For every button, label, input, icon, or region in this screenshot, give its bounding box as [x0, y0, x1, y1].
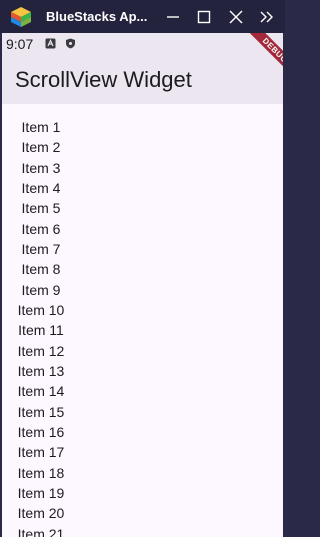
list-item: Item 6: [21, 220, 61, 237]
list-item: Item 16: [17, 423, 65, 440]
list-item: Item 5: [21, 200, 61, 217]
list-item: Item 13: [17, 362, 65, 379]
debug-banner-label: DEBUG: [246, 33, 283, 80]
list-item: Item 7: [21, 240, 61, 257]
maximize-icon[interactable]: [196, 9, 212, 25]
list-item: Item 15: [17, 403, 65, 420]
shield-icon: [66, 38, 75, 49]
bluestacks-logo-icon: [11, 7, 31, 27]
scroll-view-list[interactable]: Item 1 Item 2 Item 3 Item 4 Item 5 Item 6 Item…: [2, 117, 283, 537]
list-item: Item 2: [21, 139, 61, 156]
status-time: 9:07: [6, 36, 34, 52]
list-item: Item 1: [21, 119, 61, 135]
close-icon[interactable]: [228, 9, 244, 25]
list-item: Item 18: [17, 464, 65, 481]
list-item: Item 11: [18, 322, 64, 339]
list-item: Item 20: [17, 505, 65, 522]
window-titlebar: BlueStacks Ap...: [0, 0, 285, 33]
list-item: Item 10: [17, 301, 65, 318]
list-item: Item 9: [21, 281, 61, 298]
list-item: Item 3: [21, 159, 61, 176]
page-title: ScrollView Widget: [15, 67, 192, 92]
expand-sidebar-icon[interactable]: [259, 9, 275, 25]
list-item: Item 21: [17, 525, 65, 537]
minimize-icon[interactable]: [165, 9, 181, 25]
window-title: BlueStacks Ap...: [46, 9, 148, 24]
notification-a-icon: [45, 38, 56, 49]
device-screen: 9:07 ScrollView Widget DEBUG Item 1 Item …: [2, 33, 283, 537]
list-item: Item 17: [17, 444, 65, 461]
list-item: Item 19: [17, 484, 65, 501]
debug-banner: DEBUG: [235, 33, 283, 81]
list-item: Item 12: [17, 342, 65, 359]
list-item: Item 4: [21, 179, 61, 196]
list-item: Item 8: [21, 261, 61, 278]
list-item: Item 14: [17, 383, 65, 400]
